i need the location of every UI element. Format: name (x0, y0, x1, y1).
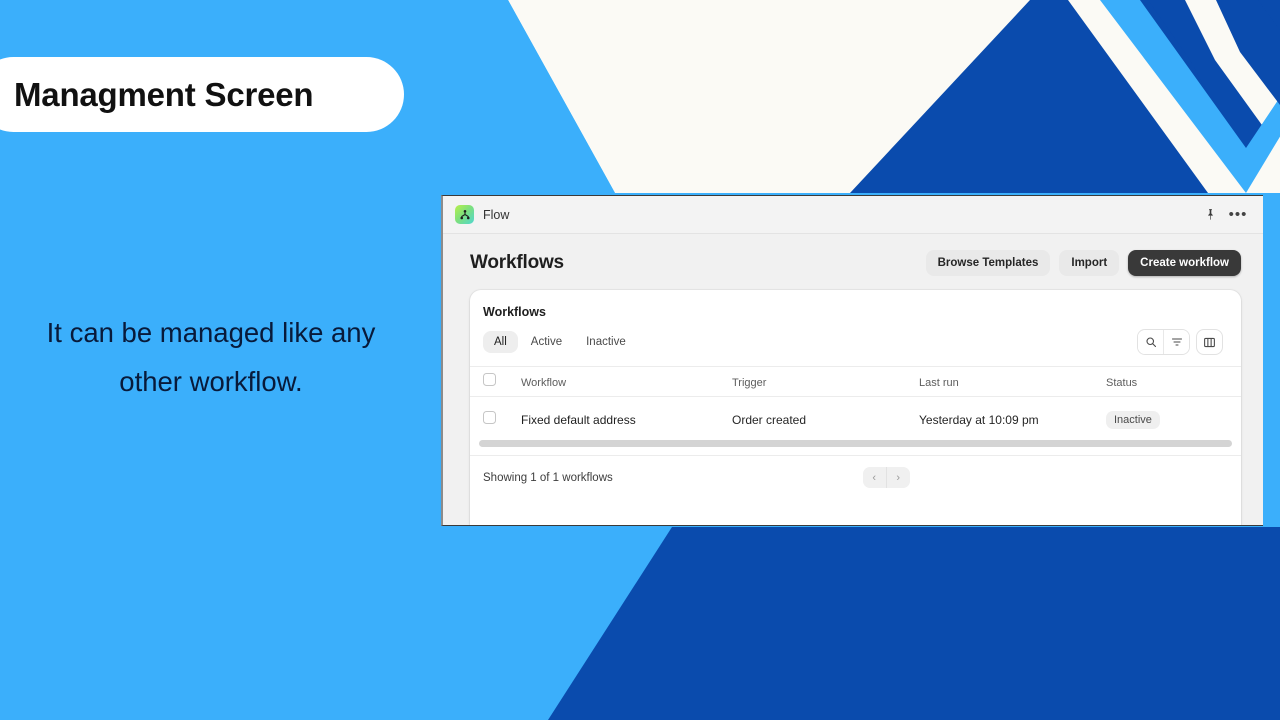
column-header-trigger-label: Trigger (732, 376, 767, 389)
tab-active[interactable]: Active (520, 331, 573, 353)
app-name-label: Flow (483, 207, 510, 222)
columns-icon[interactable] (1196, 329, 1223, 355)
column-header-last-run[interactable]: Last run (919, 367, 1106, 397)
tab-inactive[interactable]: Inactive (575, 331, 637, 353)
column-header-workflow[interactable]: Workflow (521, 367, 732, 397)
page-title: Managment Screen (14, 75, 314, 113)
column-header-last-run-label: Last run (919, 376, 959, 389)
status-badge: Inactive (1106, 411, 1160, 429)
filter-icon[interactable] (1163, 330, 1189, 354)
pagination-next-button[interactable]: › (885, 467, 910, 488)
search-filter-group (1137, 329, 1190, 355)
flow-node-icon (455, 205, 474, 224)
bottom-dark-shape (548, 527, 1280, 720)
column-header-status-label: Status (1106, 376, 1138, 389)
row-select-cell (470, 397, 521, 443)
ellipsis-icon[interactable]: ••• (1227, 204, 1249, 226)
row-cell-status: Inactive (1106, 397, 1241, 443)
row-checkbox[interactable] (483, 410, 496, 424)
workflows-card-head: Workflows All Active Inactive (470, 290, 1241, 355)
column-header-status[interactable]: Status (1106, 367, 1241, 397)
card-title: Workflows (483, 305, 546, 319)
workflows-heading: Workflows (470, 252, 564, 273)
import-button[interactable]: Import (1059, 250, 1120, 276)
table-header-row: Workflow Trigger Last run Status (470, 366, 1241, 397)
table-row[interactable]: Fixed default address Order created Yest… (470, 397, 1241, 443)
search-icon[interactable] (1138, 330, 1163, 354)
row-cell-trigger: Order created (732, 397, 919, 443)
pagination: ‹ › (862, 467, 910, 488)
row-last-run: Yesterday at 10:09 pm (919, 412, 1039, 427)
tab-all[interactable]: All (483, 331, 518, 353)
row-workflow-name: Fixed default address (521, 412, 636, 427)
window-titlebar: Flow ••• (443, 196, 1263, 234)
workflows-table: Workflow Trigger Last run Status Fixed d… (470, 366, 1241, 442)
table-hscroll-thumb[interactable] (479, 440, 1232, 447)
tabs-row: All Active Inactive (483, 329, 1223, 355)
card-footer: Showing 1 of 1 workflows ‹ › (470, 455, 1241, 499)
create-workflow-button[interactable]: Create workflow (1128, 250, 1241, 276)
table-hscroll[interactable] (470, 440, 1241, 447)
select-all-cell (470, 367, 521, 397)
pagination-prev-button[interactable]: ‹ (863, 467, 886, 488)
ellipsis-glyph: ••• (1228, 205, 1248, 223)
row-cell-workflow[interactable]: Fixed default address (521, 397, 732, 443)
slide-caption: It can be managed like any other workflo… (46, 317, 376, 397)
pin-icon[interactable] (1199, 204, 1221, 226)
filter-tabs: All Active Inactive (483, 331, 637, 353)
table-hscroll-track[interactable] (479, 440, 1232, 447)
browse-templates-button[interactable]: Browse Templates (925, 250, 1051, 276)
column-header-workflow-label: Workflow (521, 376, 567, 389)
showing-count-label: Showing 1 of 1 workflows (483, 471, 613, 484)
select-all-checkbox[interactable] (483, 372, 496, 386)
column-header-trigger[interactable]: Trigger (732, 367, 919, 397)
row-trigger: Order created (732, 412, 807, 427)
app-window: Flow ••• Workflows Browse Templates Impo… (441, 195, 1263, 526)
workflows-card: Workflows All Active Inactive Workflow T… (470, 290, 1241, 525)
slide-title-pill: Managment Screen (0, 57, 404, 132)
workflows-page-header: Workflows Browse Templates Import Create… (443, 234, 1263, 290)
row-cell-last-run: Yesterday at 10:09 pm (919, 397, 1106, 443)
